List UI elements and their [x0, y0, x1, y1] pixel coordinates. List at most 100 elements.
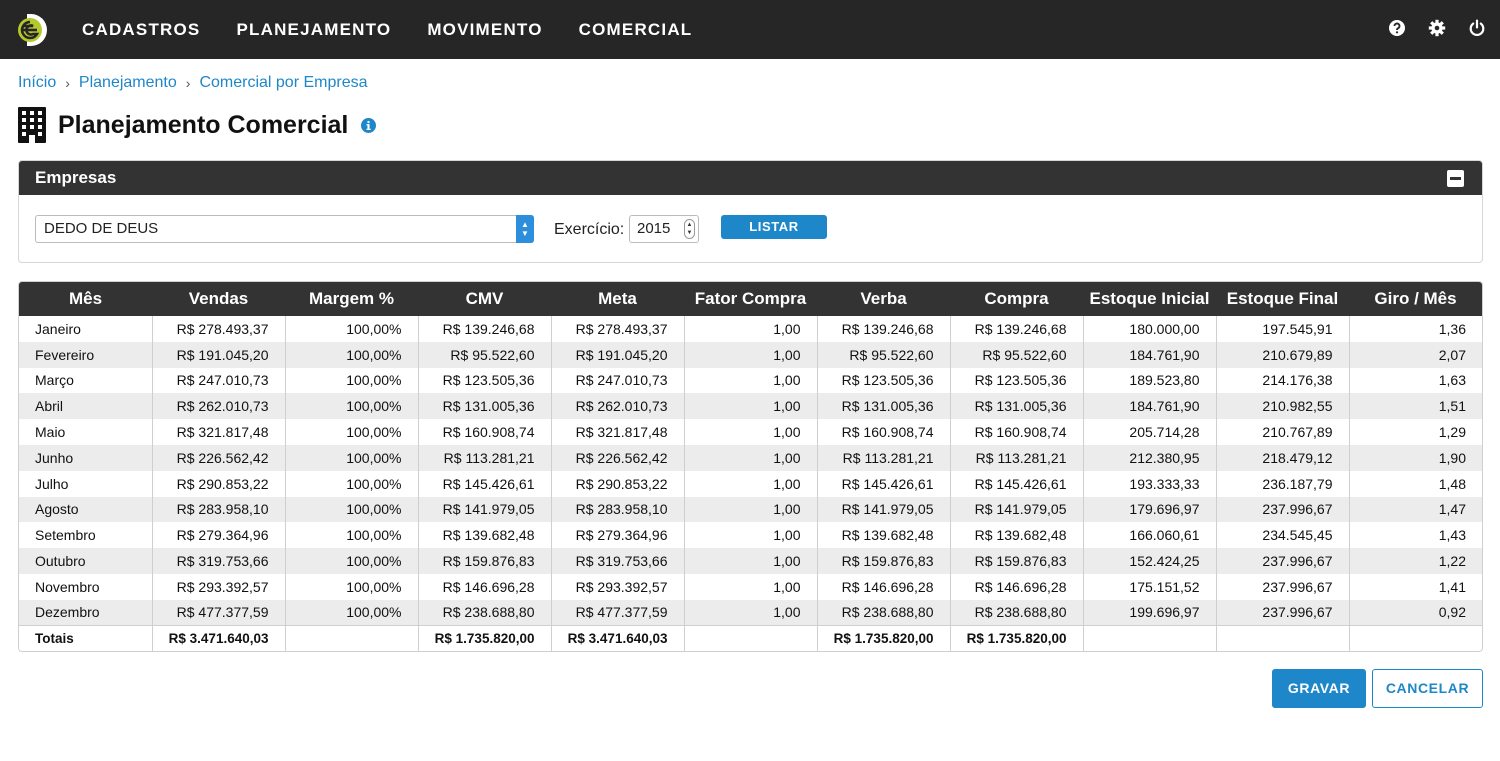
cell-cmv[interactable]: R$ 131.005,36 [418, 393, 552, 420]
select-arrows-icon[interactable]: ▲ ▼ [516, 215, 534, 243]
cell-verba[interactable]: R$ 160.908,74 [817, 419, 951, 445]
cell-margem[interactable]: 100,00% [285, 393, 419, 420]
cell-margem[interactable]: 100,00% [285, 367, 419, 394]
cell-fator-compra[interactable]: 1,00 [684, 496, 818, 523]
cell-compra[interactable]: R$ 146.696,28 [950, 573, 1084, 600]
cell-estoque-inicial[interactable]: 184.761,90 [1083, 393, 1217, 420]
cell-estoque-final[interactable]: 236.187,79 [1216, 470, 1350, 497]
cell-vendas[interactable]: R$ 191.045,20 [152, 341, 286, 368]
gear-icon[interactable] [1428, 19, 1446, 37]
cell-verba[interactable]: R$ 123.505,36 [817, 367, 951, 394]
cell-vendas[interactable]: R$ 278.493,37 [152, 316, 286, 342]
breadcrumb-planejamento[interactable]: Planejamento [79, 74, 177, 92]
cell-estoque-inicial[interactable]: 166.060,61 [1083, 522, 1217, 549]
cell-cmv[interactable]: R$ 139.246,68 [418, 316, 552, 342]
cell-vendas[interactable]: R$ 477.377,59 [152, 599, 286, 626]
cell-giro-mes[interactable]: 1,63 [1349, 368, 1482, 394]
cell-compra[interactable]: R$ 113.281,21 [950, 444, 1084, 471]
cell-giro-mes[interactable]: 1,36 [1349, 316, 1482, 342]
nav-comercial[interactable]: COMERCIAL [579, 20, 693, 40]
cell-estoque-final[interactable]: 210.767,89 [1216, 419, 1350, 445]
breadcrumb-comercial-por-empresa[interactable]: Comercial por Empresa [199, 74, 367, 92]
cell-estoque-final[interactable]: 210.679,89 [1216, 341, 1350, 368]
spinner-arrows-icon[interactable]: ▲ ▼ [684, 219, 695, 239]
cell-cmv[interactable]: R$ 146.696,28 [418, 573, 552, 600]
cell-compra[interactable]: R$ 139.682,48 [950, 522, 1084, 549]
cell-meta[interactable]: R$ 226.562,42 [551, 444, 685, 471]
e-logo-icon[interactable] [17, 12, 49, 48]
cell-meta[interactable]: R$ 321.817,48 [551, 419, 685, 445]
cell-meta[interactable]: R$ 247.010,73 [551, 367, 685, 394]
nav-movimento[interactable]: MOVIMENTO [427, 20, 542, 40]
cell-meta[interactable]: R$ 293.392,57 [551, 573, 685, 600]
cell-giro-mes[interactable]: 1,41 [1349, 574, 1482, 600]
power-icon[interactable] [1468, 19, 1486, 37]
cell-compra[interactable]: R$ 238.688,80 [950, 599, 1084, 626]
cell-meta[interactable]: R$ 477.377,59 [551, 599, 685, 626]
cell-giro-mes[interactable]: 1,51 [1349, 393, 1482, 420]
breadcrumb-inicio[interactable]: Início [18, 74, 56, 92]
nav-planejamento[interactable]: PLANEJAMENTO [236, 20, 391, 40]
cell-giro-mes[interactable]: 1,22 [1349, 548, 1482, 574]
cell-fator-compra[interactable]: 1,00 [684, 599, 818, 626]
cell-estoque-inicial[interactable]: 193.333,33 [1083, 470, 1217, 497]
cell-giro-mes[interactable]: 0,92 [1349, 599, 1482, 626]
cell-verba[interactable]: R$ 146.696,28 [817, 573, 951, 600]
cell-verba[interactable]: R$ 159.876,83 [817, 548, 951, 574]
company-select[interactable]: DEDO DE DEUS ▲ ▼ [35, 215, 534, 243]
cell-estoque-final[interactable]: 237.996,67 [1216, 496, 1350, 523]
cell-vendas[interactable]: R$ 279.364,96 [152, 522, 286, 549]
cell-estoque-inicial[interactable]: 189.523,80 [1083, 367, 1217, 394]
cell-estoque-inicial[interactable]: 152.424,25 [1083, 548, 1217, 574]
cell-meta[interactable]: R$ 278.493,37 [551, 316, 685, 342]
cell-cmv[interactable]: R$ 160.908,74 [418, 419, 552, 445]
cell-fator-compra[interactable]: 1,00 [684, 470, 818, 497]
cell-estoque-final[interactable]: 210.982,55 [1216, 393, 1350, 420]
cell-fator-compra[interactable]: 1,00 [684, 341, 818, 368]
cell-estoque-inicial[interactable]: 212.380,95 [1083, 444, 1217, 471]
cell-verba[interactable]: R$ 113.281,21 [817, 444, 951, 471]
cell-cmv[interactable]: R$ 95.522,60 [418, 341, 552, 368]
cell-estoque-final[interactable]: 214.176,38 [1216, 367, 1350, 394]
cell-giro-mes[interactable]: 2,07 [1349, 341, 1482, 368]
cell-vendas[interactable]: R$ 321.817,48 [152, 419, 286, 445]
cell-vendas[interactable]: R$ 226.562,42 [152, 444, 286, 471]
cell-margem[interactable]: 100,00% [285, 573, 419, 600]
cell-fator-compra[interactable]: 1,00 [684, 522, 818, 549]
cell-margem[interactable]: 100,00% [285, 496, 419, 523]
info-icon[interactable] [361, 117, 377, 133]
cell-estoque-inicial[interactable]: 175.151,52 [1083, 573, 1217, 600]
cell-giro-mes[interactable]: 1,29 [1349, 419, 1482, 445]
cell-margem[interactable]: 100,00% [285, 470, 419, 497]
cell-meta[interactable]: R$ 283.958,10 [551, 496, 685, 523]
cell-verba[interactable]: R$ 131.005,36 [817, 393, 951, 420]
cell-meta[interactable]: R$ 279.364,96 [551, 522, 685, 549]
cell-cmv[interactable]: R$ 141.979,05 [418, 496, 552, 523]
cell-estoque-final[interactable]: 197.545,91 [1216, 316, 1350, 342]
cell-margem[interactable]: 100,00% [285, 522, 419, 549]
cell-verba[interactable]: R$ 139.246,68 [817, 316, 951, 342]
cell-fator-compra[interactable]: 1,00 [684, 393, 818, 420]
cell-margem[interactable]: 100,00% [285, 599, 419, 626]
cell-cmv[interactable]: R$ 139.682,48 [418, 522, 552, 549]
cell-fator-compra[interactable]: 1,00 [684, 548, 818, 574]
cell-compra[interactable]: R$ 160.908,74 [950, 419, 1084, 445]
cell-giro-mes[interactable]: 1,47 [1349, 496, 1482, 523]
cell-fator-compra[interactable]: 1,00 [684, 419, 818, 445]
cell-meta[interactable]: R$ 262.010,73 [551, 393, 685, 420]
cell-verba[interactable]: R$ 145.426,61 [817, 470, 951, 497]
cell-estoque-inicial[interactable]: 205.714,28 [1083, 419, 1217, 445]
exercicio-input[interactable]: 2015 ▲ ▼ [629, 215, 699, 243]
cancelar-button[interactable]: CANCELAR [1372, 669, 1483, 708]
cell-verba[interactable]: R$ 95.522,60 [817, 341, 951, 368]
cell-verba[interactable]: R$ 238.688,80 [817, 599, 951, 626]
cell-compra[interactable]: R$ 123.505,36 [950, 367, 1084, 394]
cell-fator-compra[interactable]: 1,00 [684, 367, 818, 394]
cell-meta[interactable]: R$ 191.045,20 [551, 341, 685, 368]
cell-compra[interactable]: R$ 139.246,68 [950, 316, 1084, 342]
cell-fator-compra[interactable]: 1,00 [684, 316, 818, 342]
cell-vendas[interactable]: R$ 290.853,22 [152, 470, 286, 497]
cell-cmv[interactable]: R$ 123.505,36 [418, 367, 552, 394]
cell-giro-mes[interactable]: 1,43 [1349, 522, 1482, 548]
cell-giro-mes[interactable]: 1,90 [1349, 444, 1482, 471]
